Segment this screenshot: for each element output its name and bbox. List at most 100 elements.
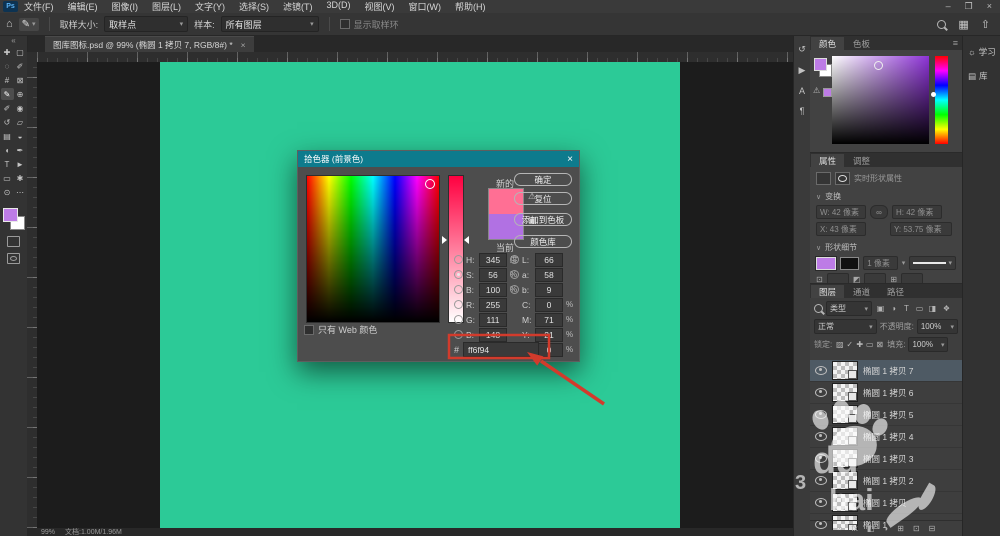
filter-search-icon[interactable] bbox=[814, 304, 823, 313]
menu-item[interactable]: 3D(D) bbox=[327, 0, 351, 13]
adjustment-layer-icon[interactable]: ◑ bbox=[883, 524, 888, 533]
panel-tab[interactable]: 调整 bbox=[845, 154, 878, 167]
dock-item[interactable]: ☼ 学习 bbox=[968, 46, 996, 58]
pen-tool[interactable]: ✒ bbox=[14, 144, 27, 156]
visibility-eye-icon[interactable] bbox=[815, 410, 827, 419]
y-field[interactable]: Y: 53.75 像素 bbox=[890, 222, 952, 236]
ok-button[interactable]: 确定 bbox=[514, 173, 572, 186]
radio-button[interactable] bbox=[510, 270, 519, 279]
more-tools[interactable]: ⋯ bbox=[14, 186, 27, 198]
dock-item[interactable]: ▤ 库 bbox=[968, 70, 988, 82]
link-dimensions-icon[interactable]: ∞ bbox=[870, 205, 888, 219]
height-field[interactable]: H: 42 像素 bbox=[892, 205, 942, 219]
slider-marker-right[interactable] bbox=[464, 236, 469, 244]
transform-section-header[interactable]: ∨ 变换 bbox=[816, 191, 956, 202]
layer-name[interactable]: 椭圆 1 拷贝 6 bbox=[863, 387, 914, 399]
layer-name[interactable]: 椭圆 1 拷贝 2 bbox=[863, 475, 914, 487]
picker-color-field[interactable] bbox=[306, 175, 440, 323]
layer-name[interactable]: 椭圆 1 拷贝 7 bbox=[863, 365, 914, 377]
radio-button[interactable] bbox=[454, 270, 463, 279]
radio-button[interactable] bbox=[454, 315, 463, 324]
menu-item[interactable]: 图像(I) bbox=[112, 0, 139, 13]
shape-tool[interactable]: ▭ bbox=[1, 172, 14, 184]
fill-color-swatch[interactable] bbox=[816, 257, 836, 270]
layer-mask-icon[interactable]: ◧ bbox=[867, 524, 875, 533]
layer-name[interactable]: 椭圆 1 拷贝 4 bbox=[863, 431, 914, 443]
quick-mask-button[interactable] bbox=[7, 236, 20, 247]
layer-name[interactable]: 椭圆 1 拷贝 3 bbox=[863, 453, 914, 465]
filter-smartobject-icon[interactable]: ◨ bbox=[927, 304, 938, 313]
lock-position-icon[interactable]: ✚ bbox=[855, 340, 864, 349]
menu-item[interactable]: 视图(V) bbox=[365, 0, 395, 13]
menu-item[interactable]: 文件(F) bbox=[24, 0, 54, 13]
menu-item[interactable]: 编辑(E) bbox=[68, 0, 98, 13]
fill-dropdown[interactable]: 100% ▾ bbox=[908, 337, 948, 352]
history-panel-icon[interactable]: ↺ bbox=[798, 44, 806, 55]
panel-menu-icon[interactable]: ≡ bbox=[953, 38, 958, 48]
stroke-width-field[interactable]: 1 像素 bbox=[863, 256, 897, 270]
window-control-button[interactable]: × bbox=[987, 1, 992, 12]
layer-row[interactable]: 椭圆 1 拷贝 2 bbox=[810, 470, 962, 492]
web-only-checkbox[interactable]: 只有 Web 颜色 bbox=[304, 323, 377, 336]
gradient-tool[interactable]: ▤ bbox=[1, 130, 14, 142]
clone-stamp-tool[interactable]: ◉ bbox=[14, 102, 27, 114]
lasso-tool[interactable]: ◌ bbox=[1, 60, 14, 72]
field-value-input[interactable]: 0 bbox=[535, 343, 563, 357]
menu-item[interactable]: 选择(S) bbox=[239, 0, 269, 13]
close-icon[interactable]: × bbox=[241, 40, 246, 50]
saturation-brightness-field[interactable] bbox=[832, 56, 929, 144]
layer-thumbnail[interactable] bbox=[832, 493, 858, 512]
layer-thumbnail[interactable] bbox=[832, 471, 858, 490]
layer-name[interactable]: 椭圆 1 拷贝 bbox=[863, 497, 906, 509]
slider-marker-left[interactable] bbox=[442, 236, 447, 244]
filter-shape-icon[interactable]: ▭ bbox=[914, 304, 925, 313]
zoom-level[interactable]: 99% bbox=[41, 529, 55, 536]
visibility-eye-icon[interactable] bbox=[815, 498, 827, 507]
collapse-toolbar-icon[interactable]: « bbox=[0, 36, 27, 46]
eraser-tool[interactable]: ▱ bbox=[14, 116, 27, 128]
hue-slider[interactable] bbox=[935, 56, 948, 144]
actions-panel-icon[interactable]: ▶ bbox=[799, 65, 806, 76]
radio-button[interactable] bbox=[510, 285, 519, 294]
x-field[interactable]: X: 43 像素 bbox=[816, 222, 866, 236]
search-icon[interactable] bbox=[937, 20, 946, 29]
filter-adjustment-icon[interactable]: ◑ bbox=[888, 304, 899, 313]
visibility-eye-icon[interactable] bbox=[815, 432, 827, 441]
width-field[interactable]: W: 42 像素 bbox=[816, 205, 866, 219]
marquee-tool[interactable]: ▢ bbox=[14, 46, 27, 58]
field-value-input[interactable]: 0 bbox=[535, 298, 563, 312]
crop-tool[interactable]: # bbox=[1, 74, 14, 86]
foreground-mini-swatch[interactable] bbox=[814, 58, 827, 71]
share-icon[interactable]: ⇧ bbox=[981, 18, 990, 31]
lock-pixels-icon[interactable]: ✓ bbox=[845, 340, 854, 349]
hex-input[interactable]: ff6f94 bbox=[463, 342, 539, 357]
field-value-input[interactable]: 111 bbox=[479, 313, 507, 327]
layer-row[interactable]: 椭圆 1 拷贝 7 bbox=[810, 360, 962, 382]
filter-pixel-icon[interactable]: ▣ bbox=[875, 304, 886, 313]
window-control-button[interactable]: – bbox=[946, 1, 951, 12]
field-value-input[interactable]: 255 bbox=[479, 298, 507, 312]
zoom-tool[interactable]: ⊙ bbox=[1, 186, 14, 198]
layer-effects-icon[interactable]: fx bbox=[851, 524, 857, 533]
menu-item[interactable]: 文字(Y) bbox=[195, 0, 225, 13]
filter-type-icon[interactable]: T bbox=[901, 304, 912, 313]
menu-item[interactable]: 帮助(H) bbox=[455, 0, 486, 13]
frame-tool[interactable]: ⊠ bbox=[14, 74, 27, 86]
layer-row[interactable]: 椭圆 1 拷贝 bbox=[810, 492, 962, 514]
opacity-dropdown[interactable]: 100% ▾ bbox=[917, 319, 958, 334]
panel-tab[interactable]: 图层 bbox=[811, 285, 844, 298]
layer-thumbnail[interactable] bbox=[832, 383, 858, 402]
field-value-input[interactable]: 345 bbox=[479, 253, 507, 267]
lock-transparency-icon[interactable]: ▨ bbox=[835, 340, 844, 349]
field-value-input[interactable]: 100 bbox=[479, 283, 507, 297]
layer-thumbnail[interactable] bbox=[832, 361, 858, 380]
layer-thumbnail[interactable] bbox=[832, 449, 858, 468]
layer-name[interactable]: 椭圆 1 拷贝 5 bbox=[863, 409, 914, 421]
radio-button[interactable] bbox=[454, 285, 463, 294]
panel-tab[interactable]: 路径 bbox=[879, 285, 912, 298]
radio-button[interactable] bbox=[510, 255, 519, 264]
layer-thumbnail[interactable] bbox=[832, 427, 858, 446]
radio-button[interactable] bbox=[454, 330, 463, 339]
radio-button[interactable] bbox=[454, 300, 463, 309]
layer-row[interactable]: 椭圆 1 拷贝 5 bbox=[810, 404, 962, 426]
